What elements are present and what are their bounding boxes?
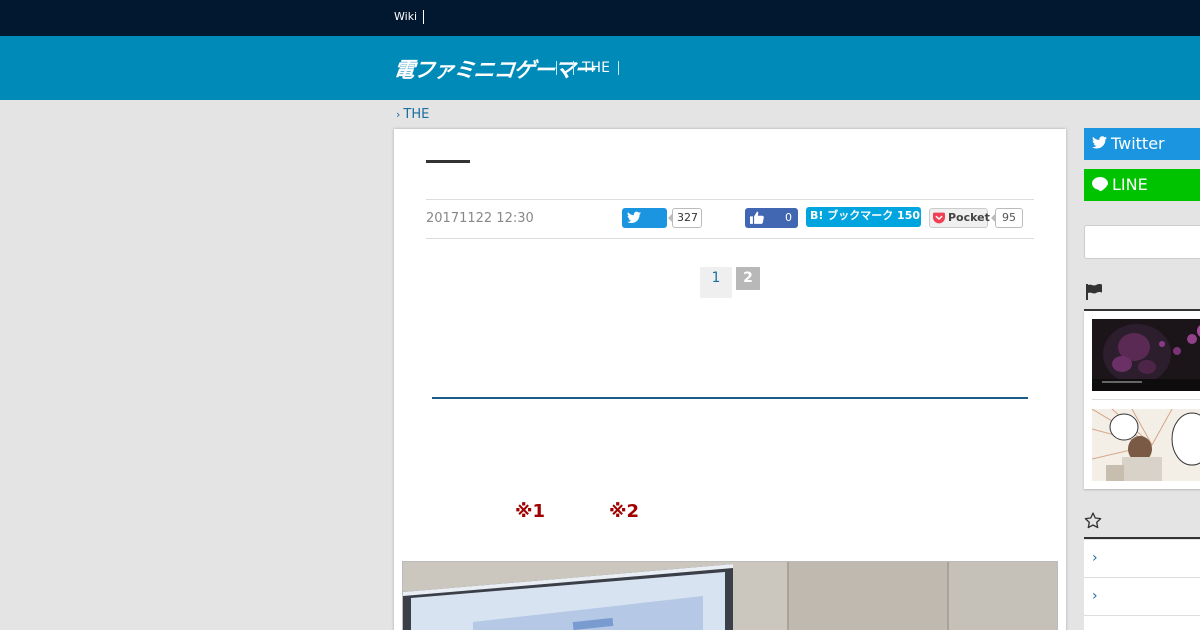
- pocket-label: Pocket: [948, 211, 990, 224]
- footnote-ref-1[interactable]: ※1: [515, 501, 545, 522]
- sidebar-line-label: LINE: [1112, 175, 1148, 194]
- favorites-list: › ›: [1084, 540, 1200, 630]
- page-2-link[interactable]: 2: [736, 267, 760, 290]
- article-photo: [402, 561, 1058, 630]
- sidebar-twitter-label: Twitter: [1111, 134, 1165, 153]
- breadcrumb: › THE: [396, 107, 429, 122]
- sidebar-search-input[interactable]: [1084, 225, 1200, 259]
- thumbs-up-icon: [750, 211, 764, 224]
- breadcrumb-item[interactable]: THE: [403, 107, 429, 122]
- ranking-thumbnail-1[interactable]: [1092, 319, 1200, 391]
- ranking-section-header: [1084, 282, 1200, 311]
- ranking-thumbnail-2[interactable]: [1092, 409, 1200, 481]
- chevron-right-icon: ›: [1092, 588, 1098, 604]
- hatena-bookmark-button[interactable]: B! ブックマーク 150: [806, 207, 921, 227]
- twitter-bird-icon: [1092, 136, 1107, 149]
- pocket-button[interactable]: Pocket: [929, 208, 990, 228]
- facebook-like-count: 0: [785, 211, 792, 224]
- article-card: 20171122 12:30 327 0 B! ブックマーク 150 Pocke…: [394, 129, 1066, 630]
- favorites-section-header: [1084, 510, 1200, 539]
- comic-illustration-image: [1092, 409, 1200, 481]
- conference-photo-image: [403, 562, 1057, 630]
- article-title-underline: [426, 160, 470, 163]
- twitter-bird-icon: [627, 211, 641, 224]
- pocket-count: 95: [991, 208, 1023, 228]
- list-item[interactable]: ›: [1084, 578, 1200, 616]
- sidebar-twitter-follow-button[interactable]: Twitter: [1084, 128, 1200, 160]
- article-meta: 20171122 12:30 327 0 B! ブックマーク 150 Pocke…: [426, 199, 1034, 239]
- flag-icon: [1086, 284, 1102, 300]
- tweet-count: 327: [668, 208, 702, 228]
- star-icon: [1084, 512, 1102, 529]
- publish-date: 20171122 12:30: [426, 211, 534, 226]
- list-item[interactable]: ›: [1084, 540, 1200, 578]
- tweet-button[interactable]: [622, 208, 667, 228]
- pocket-icon: [933, 212, 945, 224]
- site-header: 電ファミニコゲーマー THE: [0, 36, 1200, 100]
- chevron-right-icon: ›: [1092, 550, 1098, 566]
- footnote-ref-2[interactable]: ※2: [609, 501, 639, 522]
- ranking-card: [1084, 311, 1200, 489]
- facebook-like-button[interactable]: 0: [745, 208, 798, 228]
- speech-bubble-icon: [1092, 176, 1108, 191]
- section-divider: [432, 397, 1028, 399]
- wiki-link[interactable]: Wiki: [394, 10, 425, 24]
- global-nav: THE: [556, 60, 619, 76]
- dark-illustration-image: [1092, 319, 1200, 391]
- chevron-right-icon: ›: [396, 108, 401, 121]
- sidebar-line-button[interactable]: LINE: [1084, 169, 1200, 201]
- page-pagination: 1 2: [700, 267, 760, 298]
- page-1-current: 1: [700, 267, 732, 298]
- top-bar: Wiki: [0, 0, 1200, 36]
- nav-item-the[interactable]: THE: [574, 60, 618, 76]
